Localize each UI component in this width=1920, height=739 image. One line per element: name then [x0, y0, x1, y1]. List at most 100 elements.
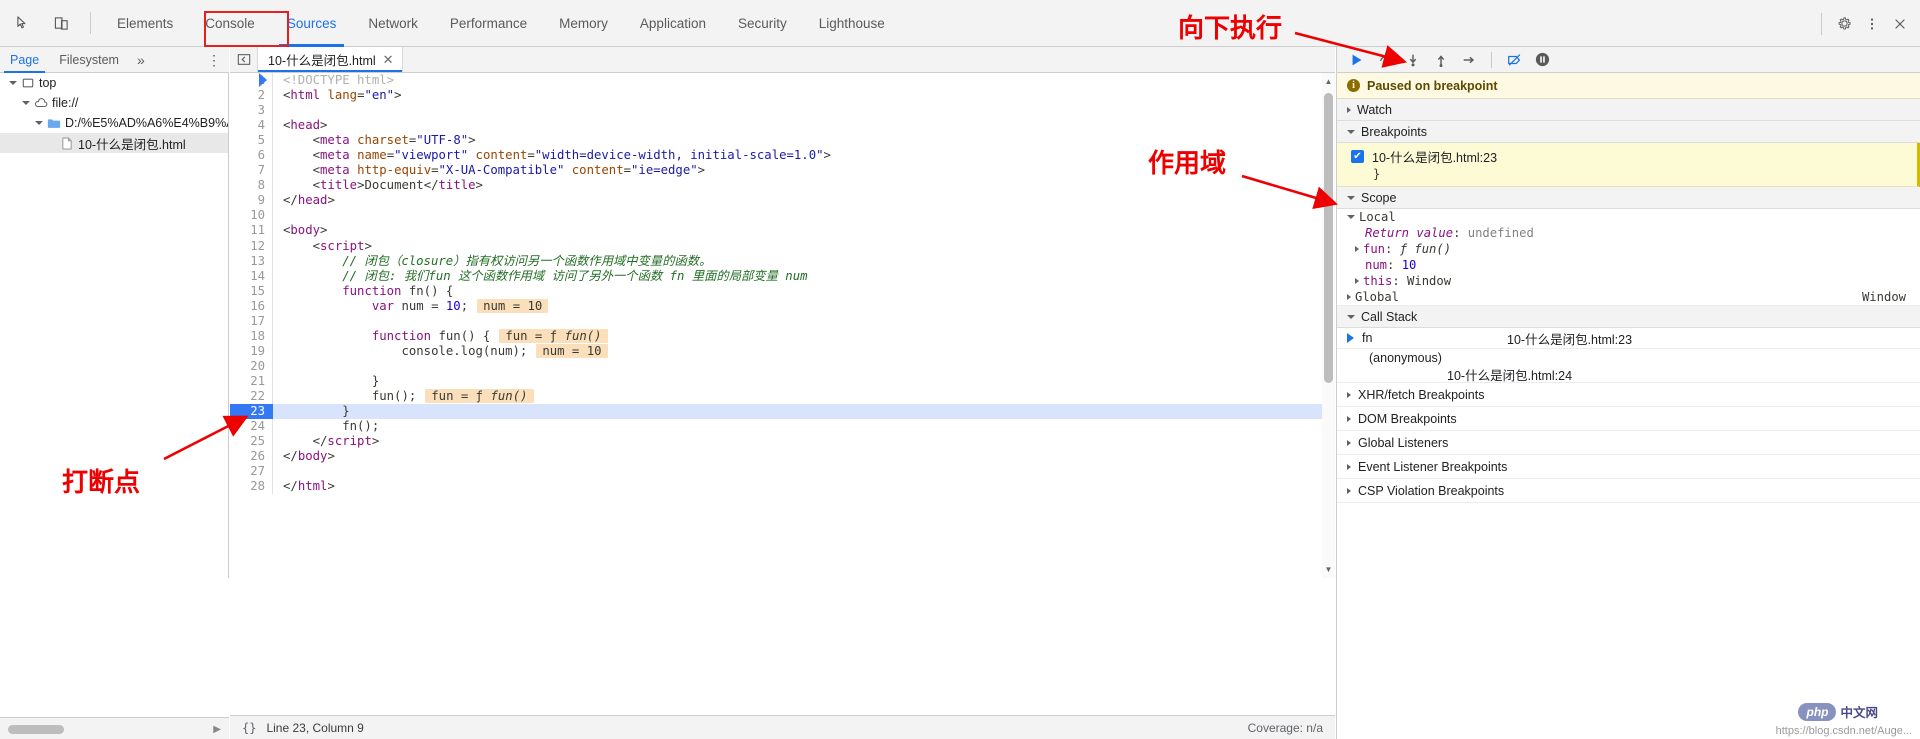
tab-lighthouse[interactable]: Lighthouse [803, 0, 901, 47]
tree-item-file-protocol[interactable]: file:// [0, 93, 228, 113]
section-xhr-breakpoints[interactable]: XHR/fetch Breakpoints [1337, 383, 1920, 407]
navigator-horizontal-scrollbar[interactable]: ▶ [0, 717, 229, 739]
code-line[interactable]: 11 <body> [230, 223, 1335, 239]
line-number[interactable]: 9 [230, 193, 272, 209]
code-line[interactable]: 25 </script> [230, 434, 1335, 450]
tab-sources[interactable]: Sources [271, 0, 353, 47]
code-line[interactable]: 12 <script> [230, 238, 1335, 254]
line-number[interactable]: 20 [230, 358, 272, 374]
scroll-up-arrow-icon[interactable]: ▲ [1322, 75, 1335, 88]
section-call-stack[interactable]: Call Stack [1337, 306, 1920, 328]
code-line[interactable]: 24 fn(); [230, 419, 1335, 435]
scope-row-fun[interactable]: fun: ƒ fun() [1337, 241, 1920, 257]
code-line[interactable]: 9 </head> [230, 193, 1335, 209]
code-line[interactable]: 26 </body> [230, 449, 1335, 465]
navigator-scroll-thumb[interactable] [8, 725, 64, 734]
line-number[interactable]: 7 [230, 163, 272, 179]
pause-exceptions-icon[interactable] [1530, 49, 1554, 71]
section-event-listener-breakpoints[interactable]: Event Listener Breakpoints [1337, 455, 1920, 479]
code-line[interactable]: 28 </html> [230, 479, 1335, 495]
code-line[interactable]: 8 <title>Document</title> [230, 178, 1335, 194]
code-line[interactable]: 1 <!DOCTYPE html> [230, 73, 1335, 89]
code-line[interactable]: 18 function fun() {fun = ƒ fun() [230, 328, 1335, 344]
tab-security[interactable]: Security [722, 0, 803, 47]
gear-icon[interactable] [1830, 10, 1858, 38]
scope-global-group[interactable]: Global Window [1337, 289, 1920, 306]
line-number[interactable]: 2 [230, 88, 272, 104]
line-number[interactable]: 13 [230, 253, 272, 269]
scroll-down-arrow-icon[interactable]: ▼ [1322, 563, 1335, 576]
navigator-tab-filesystem[interactable]: Filesystem [49, 47, 129, 73]
code-line[interactable]: 15 function fn() { [230, 283, 1335, 299]
section-watch[interactable]: Watch [1337, 99, 1920, 121]
close-icon[interactable] [1886, 10, 1914, 38]
inspect-cursor-icon[interactable] [8, 8, 38, 38]
code-line[interactable]: 2 <html lang="en"> [230, 88, 1335, 104]
code-line[interactable]: 4 <head> [230, 118, 1335, 134]
device-toggle-icon[interactable] [46, 8, 76, 38]
code-line[interactable]: 23 } [230, 73, 1335, 420]
editor-file-tab[interactable]: 10-什么是闭包.html ✕ [258, 47, 403, 72]
call-stack-frame-fn[interactable]: fn 10-什么是闭包.html:23 [1337, 328, 1920, 349]
tree-item-html-file[interactable]: 10-什么是闭包.html [0, 133, 228, 153]
code-line[interactable]: 19 console.log(num); num = 10 [230, 343, 1335, 359]
step-arrow-right-icon[interactable] [1457, 49, 1481, 71]
line-number[interactable]: 19 [230, 343, 272, 359]
line-number[interactable]: 17 [230, 313, 272, 329]
line-number[interactable]: 28 [230, 479, 272, 495]
scroll-right-arrow-icon[interactable]: ▶ [213, 724, 221, 735]
code-line[interactable]: 17 [230, 313, 1335, 329]
tab-memory[interactable]: Memory [543, 0, 624, 47]
line-number[interactable]: 14 [230, 268, 272, 284]
code-line[interactable]: 27 [230, 464, 1335, 480]
tab-console[interactable]: Console [189, 0, 271, 47]
chevron-down-icon[interactable] [32, 121, 45, 125]
navigator-tab-page[interactable]: Page [0, 47, 49, 73]
kebab-menu-icon[interactable] [1858, 10, 1886, 38]
navigator-more-tabs-icon[interactable]: » [129, 52, 153, 68]
tree-item-folder[interactable]: D:/%E5%AD%A6%E4%B9%A0% [0, 113, 228, 133]
code-line[interactable]: 10 [230, 208, 1335, 224]
line-number[interactable]: 22 [230, 388, 272, 405]
step-into-arrow-down-icon[interactable] [1401, 49, 1425, 71]
line-number[interactable]: 24 [230, 419, 272, 435]
code-line[interactable]: 16 var num = 10; num = 10 [230, 298, 1335, 314]
tab-network[interactable]: Network [352, 0, 434, 47]
code-line[interactable]: 20 [230, 358, 1335, 374]
step-out-arrow-up-icon[interactable] [1429, 49, 1453, 71]
chevron-right-icon[interactable] [1347, 294, 1351, 300]
chevron-right-icon[interactable] [1355, 278, 1359, 284]
code-line[interactable]: 22 fun(); fun = ƒ fun() [230, 388, 1335, 405]
right-pane-scroll-thumb[interactable] [1324, 93, 1333, 383]
breakpoint-checkbox[interactable]: ✔ [1351, 150, 1364, 163]
section-breakpoints[interactable]: Breakpoints [1337, 121, 1920, 143]
line-number[interactable]: 21 [230, 373, 272, 389]
line-number[interactable]: 16 [230, 298, 272, 314]
navigator-kebab-menu-icon[interactable]: ⋮ [207, 51, 221, 69]
line-number[interactable]: 5 [230, 133, 272, 149]
line-number[interactable]: 4 [230, 118, 272, 134]
call-stack-frame-anonymous[interactable]: (anonymous) 10-什么是闭包.html:24 [1337, 349, 1920, 383]
breakpoint-list-item[interactable]: ✔ 10-什么是闭包.html:23 } [1337, 143, 1920, 187]
line-number[interactable]: 6 [230, 148, 272, 164]
format-braces-icon[interactable]: {} [230, 721, 266, 735]
close-icon[interactable]: ✕ [383, 53, 394, 66]
right-pane-scrollbar[interactable]: ▲ ▼ [1322, 73, 1335, 578]
section-dom-breakpoints[interactable]: DOM Breakpoints [1337, 407, 1920, 431]
line-number[interactable]: 8 [230, 178, 272, 194]
line-number[interactable]: 27 [230, 464, 272, 480]
line-number[interactable]: 18 [230, 328, 272, 344]
line-number[interactable]: 26 [230, 449, 272, 465]
code-line[interactable]: 21 } [230, 373, 1335, 389]
tab-application[interactable]: Application [624, 0, 722, 47]
code-line[interactable]: 14 // 闭包: 我们fun 这个函数作用域 访问了另外一个函数 fn 里面的… [230, 268, 1335, 284]
section-global-listeners[interactable]: Global Listeners [1337, 431, 1920, 455]
line-number[interactable]: 25 [230, 434, 272, 450]
code-line[interactable]: 13 // 闭包（closure）指有权访问另一个函数作用域中变量的函数。 [230, 253, 1335, 269]
line-number[interactable]: 15 [230, 283, 272, 299]
scope-local-group[interactable]: Local [1337, 209, 1920, 225]
chevron-down-icon[interactable] [6, 81, 19, 85]
line-number[interactable]: 23 [230, 404, 272, 420]
scope-row-this[interactable]: this: Window [1337, 273, 1920, 289]
line-number[interactable]: 10 [230, 208, 272, 224]
